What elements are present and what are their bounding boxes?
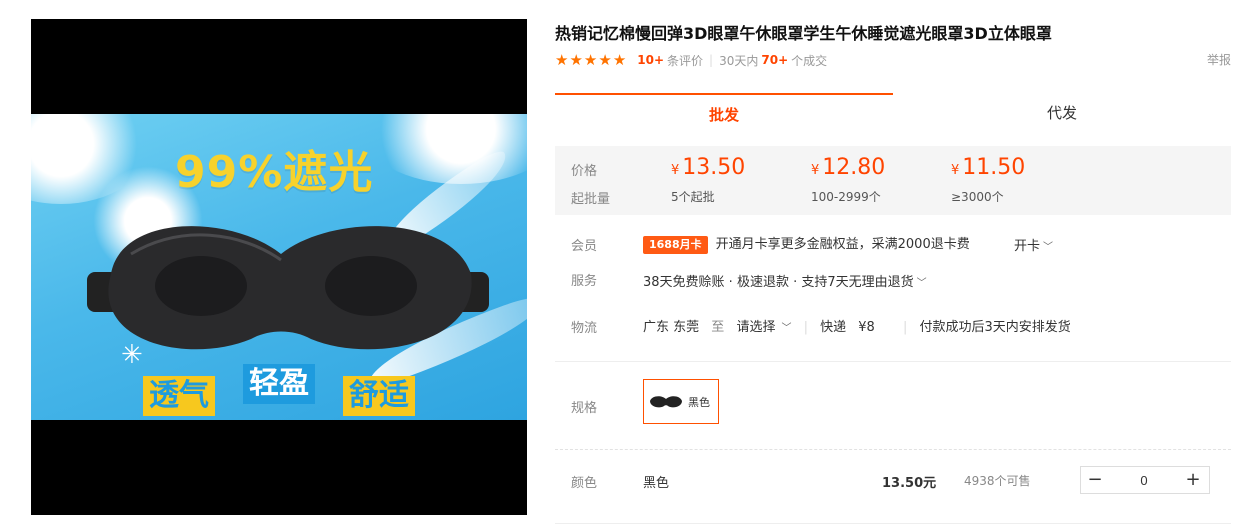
quantity-stepper: − + — [1080, 466, 1210, 494]
sold-label: 个成交 — [791, 53, 828, 68]
destination-select[interactable]: 请选择 ﹀ — [736, 320, 791, 335]
tab-wholesale[interactable]: 批发 — [555, 93, 893, 133]
member-label: 会员 — [571, 239, 598, 254]
tier-qty: 100-2999个 — [811, 190, 881, 204]
sold-count: 70+ — [761, 53, 789, 67]
shipping-fee: ¥8 — [858, 320, 875, 335]
service-dropdown[interactable]: 38天免费赊账 · 极速退款 · 支持7天无理由退货 ﹀ — [643, 271, 927, 290]
image-tag-comfortable: 舒适 — [343, 376, 415, 416]
star-icon: ★ — [569, 50, 583, 69]
product-info-panel: 热销记忆棉慢回弹3D眼罩午休眼罩学生午休睡觉遮光眼罩3D立体眼罩 ★ ★ ★ ★… — [555, 0, 1231, 528]
eye-mask-thumbnail — [650, 395, 682, 407]
image-tag-breathable: 透气 — [143, 376, 215, 416]
chevron-down-icon: ﹀ — [1043, 242, 1054, 253]
open-card-button[interactable]: 开卡 ﹀ — [1014, 235, 1053, 254]
product-main-image[interactable]: ✳ 99%遮光 透气 轻盈 舒适 — [31, 19, 527, 515]
star-icon: ★ — [598, 50, 612, 69]
product-photo: ✳ 99%遮光 透气 轻盈 舒适 — [31, 114, 527, 420]
period-label: 30天内 — [719, 53, 759, 68]
divider: | — [709, 53, 714, 67]
section-divider — [555, 361, 1231, 362]
service-label: 服务 — [571, 274, 598, 289]
tier-qty: ≥3000个 — [951, 190, 1004, 204]
rating-row: ★ ★ ★ ★ ★ 10+ 条评价 | 30天内 70+ 个成交 举报 — [555, 51, 1231, 69]
report-link[interactable]: 举报 — [1207, 51, 1231, 68]
star-rating: ★ ★ ★ ★ ★ — [555, 50, 627, 69]
shipping-note: 付款成功后3天内安排发货 — [919, 320, 1071, 335]
price-label: 价格 — [571, 164, 598, 179]
tier-price: ¥11.50 — [951, 155, 1026, 180]
divider: | — [803, 320, 808, 335]
tier-price: ¥12.80 — [811, 155, 886, 180]
member-text: 开通月卡享更多金融权益，采满2000退卡费 — [715, 237, 970, 252]
tier-qty: 5个起批 — [671, 190, 715, 204]
review-count[interactable]: 10+ — [637, 53, 664, 67]
decrement-button[interactable]: − — [1081, 467, 1109, 493]
section-divider — [555, 449, 1231, 450]
product-title: 热销记忆棉慢回弹3D眼罩午休眼罩学生午休睡觉遮光眼罩3D立体眼罩 — [555, 24, 1052, 43]
spec-option-name: 黑色 — [688, 395, 710, 409]
quantity-input[interactable] — [1109, 467, 1179, 493]
spec-label: 规格 — [571, 401, 598, 416]
moq-label: 起批量 — [571, 192, 611, 207]
shipping-method: 快递 — [820, 320, 847, 335]
image-tag-light: 轻盈 — [243, 364, 315, 404]
increment-button[interactable]: + — [1179, 467, 1207, 493]
member-row: 1688月卡 开通月卡享更多金融权益，采满2000退卡费 — [643, 233, 970, 254]
logistics-row: 广东 东莞 至 请选择 ﹀ | 快递 ¥8 | 付款成功后3天内安排发货 — [643, 316, 1071, 335]
color-name: 黑色 — [643, 476, 670, 491]
price-tier-box: 价格 起批量 ¥13.50 5个起批 ¥12.80 100-2999个 ¥11.… — [555, 146, 1231, 215]
origin-text: 广东 东莞 — [643, 320, 700, 335]
logistics-label: 物流 — [571, 321, 598, 336]
stock-text: 4938个可售 — [964, 474, 1031, 488]
chevron-down-icon: ﹀ — [916, 278, 927, 289]
purchase-mode-tabs: 批发 代发 — [555, 93, 1231, 133]
review-label[interactable]: 条评价 — [667, 52, 703, 69]
to-text: 至 — [711, 320, 725, 335]
star-icon: ★ — [583, 50, 598, 69]
tab-dropship[interactable]: 代发 — [893, 93, 1231, 133]
section-divider — [555, 523, 1231, 524]
divider: | — [902, 320, 908, 335]
spec-option-black[interactable]: 黑色 — [643, 379, 719, 424]
star-icon: ★ — [555, 50, 569, 69]
chevron-down-icon: ﹀ — [781, 323, 792, 334]
star-icon: ★ — [612, 50, 627, 69]
monthly-card-badge: 1688月卡 — [643, 235, 708, 254]
color-label: 颜色 — [571, 476, 598, 491]
tier-price: ¥13.50 — [671, 155, 746, 180]
service-text: 38天免费赊账 · 极速退款 · 支持7天无理由退货 — [643, 275, 914, 290]
unit-price: 13.50元 — [882, 476, 937, 491]
